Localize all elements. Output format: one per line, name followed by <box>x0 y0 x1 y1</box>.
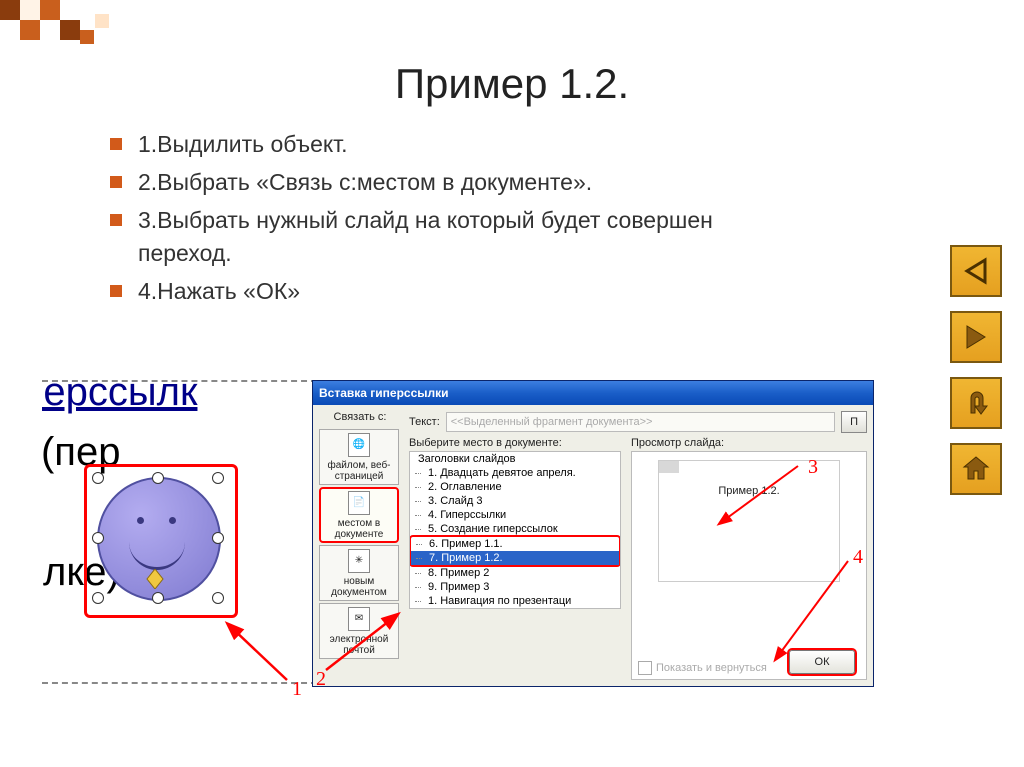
bullet-list: 1.Выдилить объект. 2.Выбрать «Связь с:ме… <box>110 128 790 307</box>
bullet-item: 2.Выбрать «Связь с:местом в документе». <box>110 166 790 198</box>
text-row: Текст: <<Выделенный фрагмент документа>>… <box>409 411 867 433</box>
annotation-label-2: 2 <box>316 668 326 691</box>
hint-button[interactable]: П <box>841 411 867 433</box>
checkbox-icon[interactable] <box>638 661 652 675</box>
nav-next-button[interactable] <box>950 311 1002 363</box>
slide-tree[interactable]: Заголовки слайдов 1. Двадцать девятое ап… <box>409 451 621 609</box>
u-turn-icon <box>961 388 991 418</box>
bullet-item: 1.Выдилить объект. <box>110 128 790 160</box>
link-to-newdoc-button[interactable]: ✳ новым документом <box>319 545 399 601</box>
home-icon <box>960 453 992 485</box>
annotation-highlight-1 <box>84 464 238 618</box>
tree-label: Выберите место в документе: <box>409 437 621 449</box>
triangle-left-icon <box>961 256 991 286</box>
preview-label: Просмотр слайда: <box>631 437 867 449</box>
tree-item[interactable]: 1. Навигация по презентаци <box>410 594 620 608</box>
nav-back-button[interactable] <box>950 377 1002 429</box>
tree-item[interactable]: 1. Двадцать девятое апреля. <box>410 466 620 480</box>
annotation-highlight-3: 6. Пример 1.1. 7. Пример 1.2. <box>409 535 621 567</box>
text-label: Текст: <box>409 416 440 428</box>
slide-template-decor <box>0 0 170 55</box>
link-to-label: Связать с: <box>319 411 401 423</box>
tree-root[interactable]: Заголовки слайдов <box>410 452 620 466</box>
bullet-item: 3.Выбрать нужный слайд на который будет … <box>110 204 790 268</box>
tree-item[interactable]: 9. Пример 3 <box>410 580 620 594</box>
annotation-label-4: 4 <box>853 546 863 569</box>
tree-item[interactable]: 6. Пример 1.1. <box>411 537 619 551</box>
tree-item[interactable]: 5. Создание гиперссылок <box>410 522 620 536</box>
nav-home-button[interactable] <box>950 443 1002 495</box>
dialog-titlebar[interactable]: Вставка гиперссылки <box>313 381 873 405</box>
new-document-icon: ✳ <box>348 549 370 573</box>
nav-button-group <box>950 245 1002 495</box>
nav-prev-button[interactable] <box>950 245 1002 297</box>
triangle-right-icon <box>961 322 991 352</box>
tree-item[interactable]: 4. Гиперссылки <box>410 508 620 522</box>
tree-item[interactable]: 8. Пример 2 <box>410 566 620 580</box>
annotation-arrow-2 <box>318 610 408 680</box>
hyperlink-text: гиперссылк <box>42 380 197 414</box>
tree-item-selected[interactable]: 7. Пример 1.2. <box>411 551 619 565</box>
tree-item[interactable]: 3. Слайд 3 <box>410 494 620 508</box>
annotation-arrow-1 <box>217 620 297 690</box>
link-to-file-button[interactable]: 🌐 файлом, веб-страницей <box>319 429 399 485</box>
file-web-icon: 🌐 <box>348 433 370 457</box>
annotation-arrow-3 <box>713 461 803 531</box>
link-to-place-button[interactable]: 📄 местом в документе <box>319 487 399 543</box>
annotation-label-3: 3 <box>808 456 818 479</box>
tree-item[interactable]: 2. Оглавление <box>410 480 620 494</box>
annotation-label-1: 1 <box>292 678 302 701</box>
display-text-field[interactable]: <<Выделенный фрагмент документа>> <box>446 412 835 432</box>
document-place-icon: 📄 <box>348 491 370 515</box>
bullet-item: 4.Нажать «ОК» <box>110 275 790 307</box>
slide-title: Пример 1.2. <box>70 60 954 108</box>
annotation-arrow-4 <box>758 556 858 666</box>
